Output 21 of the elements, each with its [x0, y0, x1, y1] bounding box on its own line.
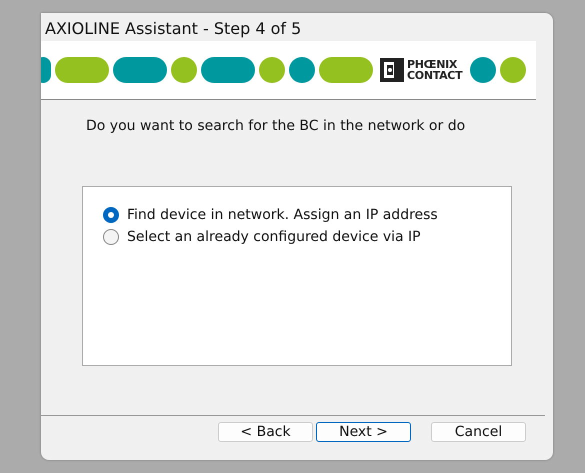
pill-shape	[201, 57, 255, 83]
pill-shape	[113, 57, 167, 83]
pill-shape	[55, 57, 109, 83]
pill-shape	[500, 57, 526, 83]
logo-text: PHŒNIX	[407, 59, 458, 70]
radio-option[interactable]: Find device in network. Assign an IP address	[103, 207, 511, 223]
radio-icon[interactable]	[103, 229, 119, 245]
logo-icon	[379, 57, 405, 83]
pill-shape	[470, 57, 496, 83]
logo-text: CONTACT	[407, 70, 462, 81]
pill-shape	[171, 57, 197, 83]
pill-shape	[319, 57, 373, 83]
radio-option[interactable]: Select an already configured device via IP	[103, 229, 511, 245]
dialog-button[interactable]: Cancel	[431, 422, 526, 442]
pill-shape	[259, 57, 285, 83]
dialog-button[interactable]: Next >	[316, 422, 411, 442]
dialog-button[interactable]: < Back	[218, 422, 313, 442]
radio-icon[interactable]	[103, 207, 119, 223]
question-text: Do you want to search for the BC in the network or do	[86, 118, 466, 134]
window-title: AXIOLINE Assistant - Step 4 of 5	[44, 18, 302, 40]
pill-shape	[289, 57, 315, 83]
